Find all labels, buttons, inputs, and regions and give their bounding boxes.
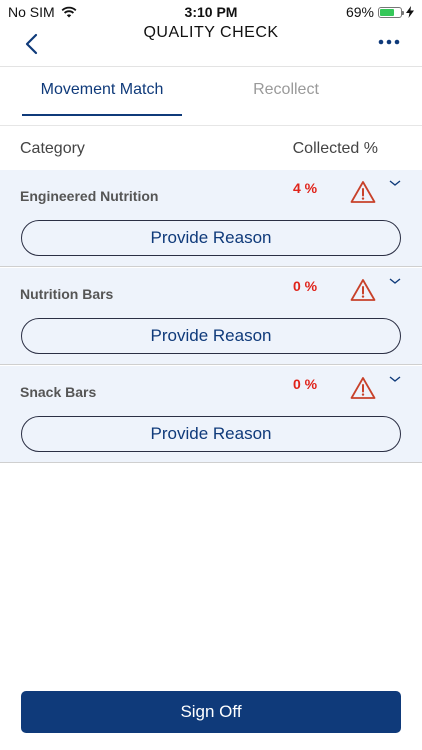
warning-icon [350, 181, 376, 203]
nav-header: QUALITY CHECK [0, 24, 422, 67]
warning-icon [350, 377, 376, 399]
provide-reason-button[interactable]: Provide Reason [21, 318, 401, 354]
charging-icon [406, 6, 414, 18]
collected-percent: 0 % [292, 376, 318, 392]
active-tab-indicator [22, 114, 182, 116]
column-header-category: Category [20, 140, 85, 157]
battery-percent: 69% [345, 4, 374, 20]
warning-icon [350, 279, 376, 301]
category-row[interactable]: Snack Bars 0 % Provide Reason [0, 366, 422, 463]
collected-percent: 0 % [292, 278, 318, 294]
chevron-down-icon[interactable] [388, 178, 402, 188]
category-list: Engineered Nutrition 4 % Provide Reason … [0, 170, 422, 463]
column-header-collected: Collected % [292, 140, 378, 157]
chevron-down-icon[interactable] [388, 276, 402, 286]
battery-icon [378, 6, 404, 18]
more-icon[interactable] [378, 38, 400, 46]
category-name: Nutrition Bars [20, 286, 114, 302]
sign-off-button[interactable]: Sign Off [21, 691, 401, 733]
tab-recollect[interactable]: Recollect [226, 81, 346, 99]
tab-bar: Movement Match Recollect [0, 67, 422, 126]
category-name: Engineered Nutrition [20, 188, 159, 204]
tab-movement-match[interactable]: Movement Match [22, 81, 182, 99]
chevron-down-icon[interactable] [388, 374, 402, 384]
category-name: Snack Bars [20, 384, 97, 400]
status-right: 69% [346, 4, 414, 20]
category-row[interactable]: Nutrition Bars 0 % Provide Reason [0, 268, 422, 365]
status-bar: No SIM 3:10 PM 69% [0, 0, 422, 24]
page-title: QUALITY CHECK [143, 24, 279, 41]
provide-reason-button[interactable]: Provide Reason [21, 220, 401, 256]
table-header: Category Collected % [0, 126, 422, 170]
battery-fill [380, 8, 394, 16]
category-row[interactable]: Engineered Nutrition 4 % Provide Reason [0, 170, 422, 267]
collected-percent: 4 % [292, 180, 318, 196]
provide-reason-button[interactable]: Provide Reason [21, 416, 401, 452]
